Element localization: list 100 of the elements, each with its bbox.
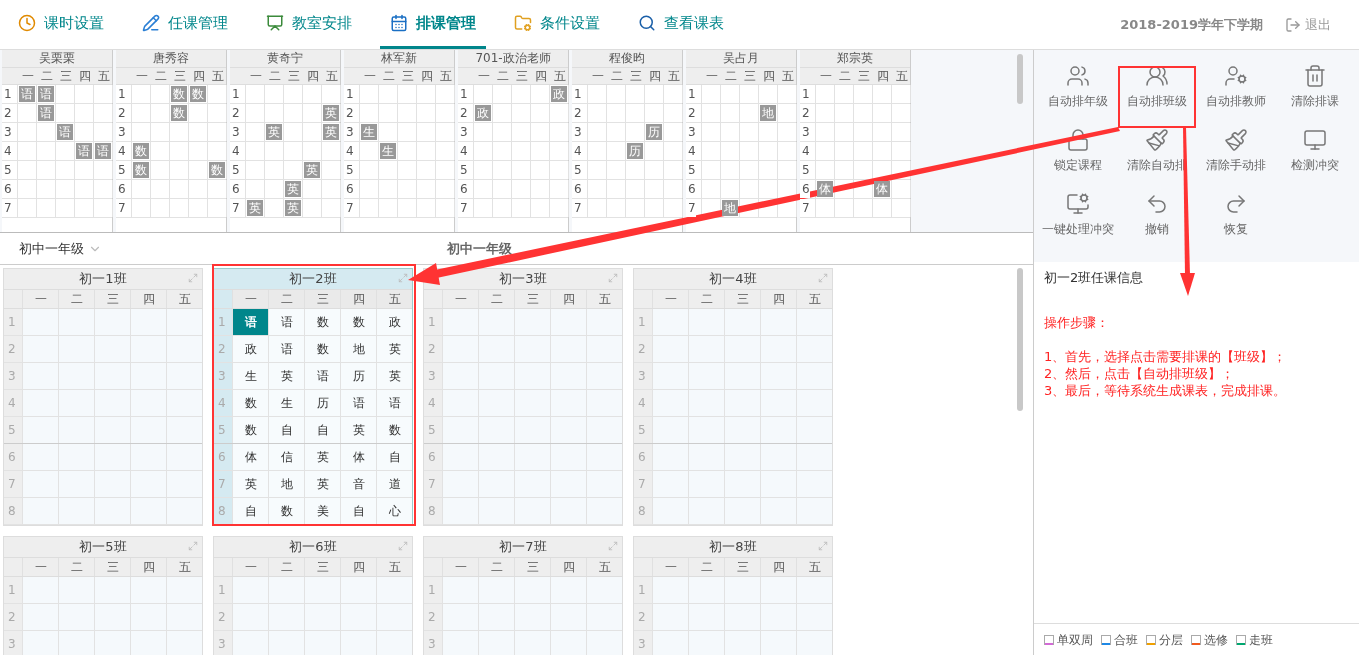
lesson-cell[interactable]: 数 — [376, 417, 412, 443]
day-header: 四 — [760, 290, 796, 308]
timetable-cell[interactable] — [94, 417, 130, 443]
lesson-cell[interactable]: 道 — [376, 471, 412, 497]
lesson-cell[interactable]: 语 — [232, 309, 268, 335]
timetable-cell[interactable] — [166, 417, 202, 443]
timetable-cell[interactable] — [442, 417, 478, 443]
period-number: 2 — [4, 604, 22, 630]
lesson-cell[interactable]: 数 — [232, 390, 268, 416]
lesson-cell[interactable]: 语 — [376, 390, 412, 416]
lesson-cell[interactable]: 数 — [268, 498, 304, 524]
lesson-cell[interactable]: 地 — [268, 471, 304, 497]
nav-tab[interactable]: 查看课表 — [628, 0, 734, 49]
lesson-cell[interactable]: 数 — [232, 417, 268, 443]
class-timetable[interactable]: 初一1班 一 二 三 四 五 1 2 3 4 5 6 7 8 — [3, 268, 203, 526]
lesson-cell[interactable]: 心 — [376, 498, 412, 524]
timetable-cell[interactable] — [586, 417, 622, 443]
timetable-cell[interactable] — [514, 417, 550, 443]
monitor-icon — [1065, 192, 1090, 216]
expand-icon[interactable] — [818, 273, 828, 283]
lesson-cell[interactable]: 语 — [304, 363, 340, 389]
lesson-cell[interactable]: 美 — [304, 498, 340, 524]
class-timetable[interactable]: 初一6班 一 二 三 四 五 1 2 3 — [213, 536, 413, 655]
lesson-cell[interactable]: 信 — [268, 444, 304, 470]
toolbar-button[interactable]: 撤销 — [1117, 192, 1197, 252]
lesson-cell[interactable]: 地 — [340, 336, 376, 362]
timetable-cell[interactable] — [130, 417, 166, 443]
legend-label: 合班 — [1114, 631, 1138, 649]
class-timetable[interactable]: 初一3班 一 二 三 四 五 1 2 3 4 5 6 7 8 — [423, 268, 623, 526]
expand-icon[interactable] — [818, 541, 828, 551]
timetable-cell[interactable] — [796, 417, 832, 443]
day-header: 三 — [514, 68, 529, 84]
lesson-cell[interactable]: 政 — [376, 309, 412, 335]
toolbar-button[interactable]: 清除手动排 — [1196, 128, 1276, 188]
timetable-cell[interactable] — [652, 417, 688, 443]
nav-tab[interactable]: 任课管理 — [132, 0, 238, 49]
lesson-cell[interactable]: 政 — [232, 336, 268, 362]
nav-tab[interactable]: 教室安排 — [256, 0, 362, 49]
legend-label: 走班 — [1249, 631, 1273, 649]
lesson-cell[interactable]: 体 — [340, 444, 376, 470]
timetable-cell[interactable] — [22, 417, 58, 443]
scrollbar-thumb[interactable] — [1017, 268, 1023, 411]
timetable-cell[interactable] — [724, 417, 760, 443]
lesson-cell[interactable]: 英 — [304, 471, 340, 497]
grade-dropdown[interactable]: 初中一年级 — [19, 238, 102, 259]
lesson-cell[interactable]: 语 — [268, 336, 304, 362]
toolbar-button[interactable]: 自动排年级 — [1038, 64, 1118, 124]
day-header: 一 — [652, 558, 688, 576]
toolbar-button[interactable]: 自动排班级 — [1117, 64, 1197, 124]
toolbar-button[interactable]: 检测冲突 — [1275, 128, 1355, 188]
lesson-cell[interactable]: 历 — [340, 363, 376, 389]
expand-icon[interactable] — [188, 541, 198, 551]
toolbar-button[interactable]: 一键处理冲突 — [1038, 192, 1118, 252]
lesson-cell[interactable]: 数 — [304, 309, 340, 335]
timetable-cell[interactable] — [58, 417, 94, 443]
lesson-cell[interactable]: 自 — [304, 417, 340, 443]
day-header: 一 — [232, 558, 268, 576]
class-timetable[interactable]: 初一2班 一 二 三 四 五 1 语 语 数 数 政 2 政 语 数 地 英 3 生 英 语 历 英 4 数 生 历 语 语 5 数 自 自 英 数 6 体 信 英 体 自 7 英 地 英 音 道 8 自 数 美 自 心 — [213, 268, 413, 526]
lesson-cell[interactable]: 英 — [268, 363, 304, 389]
expand-icon[interactable] — [608, 541, 618, 551]
class-timetable[interactable]: 初一5班 一 二 三 四 五 1 2 3 — [3, 536, 203, 655]
day-header: 一 — [362, 68, 377, 84]
expand-icon[interactable] — [398, 541, 408, 551]
timetable-cell[interactable] — [688, 417, 724, 443]
expand-icon[interactable] — [398, 273, 408, 283]
lesson-cell[interactable]: 英 — [304, 444, 340, 470]
lesson-cell[interactable]: 生 — [268, 390, 304, 416]
toolbar-button[interactable]: 自动排教师 — [1196, 64, 1276, 124]
toolbar-button[interactable]: 清除排课 — [1275, 64, 1355, 124]
lesson-cell[interactable]: 英 — [376, 336, 412, 362]
toolbar-button[interactable]: 恢复 — [1196, 192, 1276, 252]
lesson-cell[interactable]: 数 — [304, 336, 340, 362]
lesson-cell[interactable]: 体 — [232, 444, 268, 470]
lesson-cell[interactable]: 英 — [376, 363, 412, 389]
lesson-cell[interactable]: 自 — [232, 498, 268, 524]
expand-icon[interactable] — [608, 273, 618, 283]
day-header: 五 — [166, 290, 202, 308]
timetable-cell[interactable] — [478, 417, 514, 443]
class-timetable[interactable]: 初一7班 一 二 三 四 五 1 2 3 — [423, 536, 623, 655]
timetable-cell[interactable] — [550, 417, 586, 443]
lesson-cell[interactable]: 数 — [340, 309, 376, 335]
nav-tab[interactable]: 课时设置 — [8, 0, 114, 49]
lesson-cell[interactable]: 自 — [340, 498, 376, 524]
lesson-cell[interactable]: 生 — [232, 363, 268, 389]
class-timetable[interactable]: 初一4班 一 二 三 四 五 1 2 3 4 5 6 7 8 — [633, 268, 833, 526]
lesson-cell[interactable]: 英 — [340, 417, 376, 443]
nav-tab[interactable]: 条件设置 — [504, 0, 610, 49]
lesson-cell[interactable]: 自 — [376, 444, 412, 470]
lesson-cell[interactable]: 历 — [304, 390, 340, 416]
day-header: 五 — [166, 558, 202, 576]
lesson-cell[interactable]: 语 — [268, 309, 304, 335]
expand-icon[interactable] — [188, 273, 198, 283]
lesson-cell[interactable]: 音 — [340, 471, 376, 497]
teacher-name: 吴栗栗 — [2, 50, 112, 67]
lesson-cell[interactable]: 语 — [340, 390, 376, 416]
lesson-cell[interactable]: 自 — [268, 417, 304, 443]
class-timetable[interactable]: 初一8班 一 二 三 四 五 1 2 3 — [633, 536, 833, 655]
lesson-cell[interactable]: 英 — [232, 471, 268, 497]
timetable-cell[interactable] — [760, 417, 796, 443]
scrollbar-thumb[interactable] — [1017, 54, 1023, 104]
